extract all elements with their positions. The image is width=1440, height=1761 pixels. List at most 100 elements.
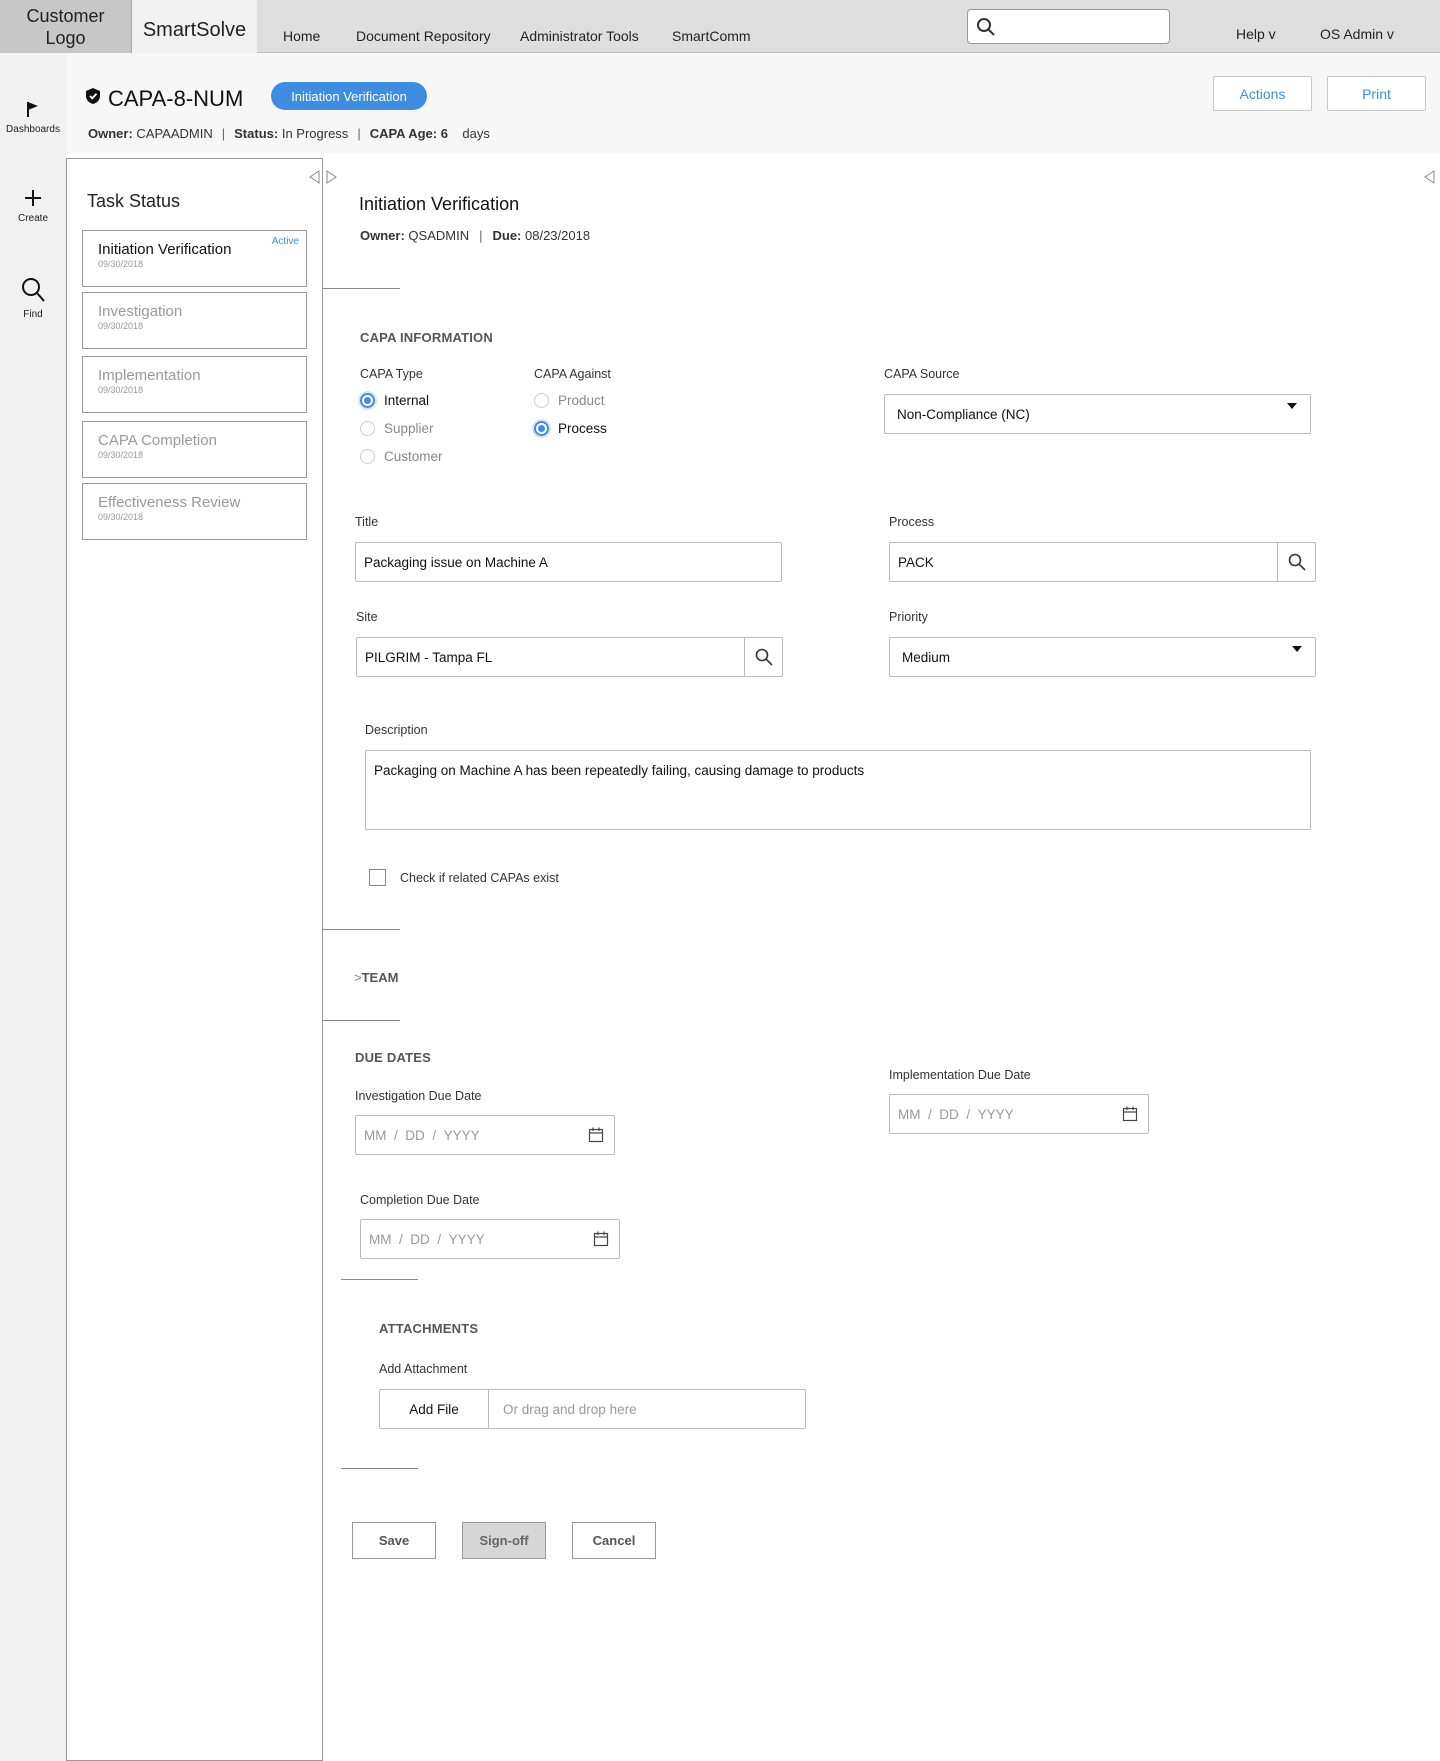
record-id: CAPA-8-NUM xyxy=(108,86,244,111)
title-input[interactable]: Packaging issue on Machine A xyxy=(355,542,782,582)
site-lookup-button[interactable] xyxy=(744,638,782,676)
age-label: CAPA Age: xyxy=(369,126,438,141)
logo-line-2: Logo xyxy=(45,27,86,48)
age-unit: days xyxy=(462,126,490,141)
help-menu[interactable]: Help v xyxy=(1236,26,1276,42)
record-meta: Owner: CAPAADMIN | Status: In Progress | CAP… xyxy=(88,126,490,141)
investigation-due-date-input[interactable]: MM / DD / YYYY xyxy=(355,1115,615,1155)
team-heading: TEAM xyxy=(361,970,399,985)
radio-circle xyxy=(360,449,375,464)
rail-find[interactable]: Find xyxy=(0,277,66,320)
capa-type-internal-radio[interactable]: Internal xyxy=(360,393,429,408)
related-capas-checkbox[interactable] xyxy=(369,869,386,886)
print-button[interactable]: Print xyxy=(1327,76,1426,111)
radio-circle xyxy=(360,421,375,436)
task-name: Implementation xyxy=(98,367,201,384)
task-name: CAPA Completion xyxy=(98,432,217,449)
capa-source-select[interactable]: Non-Compliance (NC) xyxy=(884,394,1311,434)
site-value: PILGRIM - Tampa FL xyxy=(365,649,493,665)
task-name: Initiation Verification xyxy=(98,241,232,258)
capa-type-supplier-radio[interactable]: Supplier xyxy=(360,421,434,436)
task-title: Initiation Verification xyxy=(359,194,520,214)
task-initiation-verification[interactable]: Initiation Verification 09/30/2018 Activ… xyxy=(82,230,307,287)
signoff-button[interactable]: Sign-off xyxy=(462,1522,546,1559)
chevron-down-icon xyxy=(1287,403,1297,409)
nav-document-repository[interactable]: Document Repository xyxy=(356,28,491,44)
capa-against-label: CAPA Against xyxy=(534,367,611,381)
brand-tab[interactable]: SmartSolve xyxy=(132,0,257,53)
task-effectiveness-review[interactable]: Effectiveness Review 09/30/2018 xyxy=(82,483,307,540)
panel-toggle-arrows-icon[interactable] xyxy=(309,170,339,184)
date-sep: / xyxy=(432,1127,437,1143)
rail-create[interactable]: Create xyxy=(0,189,66,224)
capa-info-heading: CAPA INFORMATION xyxy=(360,330,493,345)
date-yyyy: YYYY xyxy=(977,1106,1014,1122)
due-dates-heading: DUE DATES xyxy=(355,1050,431,1065)
customer-logo[interactable]: Customer Logo xyxy=(0,0,132,53)
implementation-due-date-input[interactable]: MM / DD / YYYY xyxy=(889,1094,1149,1134)
capa-source-label: CAPA Source xyxy=(884,367,960,381)
task-date: 09/30/2018 xyxy=(98,450,144,460)
task-capa-completion[interactable]: CAPA Completion 09/30/2018 xyxy=(82,421,307,478)
add-attachment-label: Add Attachment xyxy=(379,1362,468,1376)
title-label: Title xyxy=(355,515,379,529)
date-sep: / xyxy=(394,1127,398,1143)
right-panel-toggle-icon[interactable] xyxy=(1424,170,1436,184)
task-date: 09/30/2018 xyxy=(98,321,144,331)
section-divider xyxy=(323,1020,400,1021)
section-divider xyxy=(323,288,400,289)
age-value: 6 xyxy=(440,126,448,141)
priority-label: Priority xyxy=(889,610,928,624)
date-dd: DD xyxy=(939,1106,959,1122)
actions-button[interactable]: Actions xyxy=(1213,76,1312,111)
add-file-button[interactable]: Add File xyxy=(380,1390,489,1428)
rail-create-label: Create xyxy=(17,213,48,224)
site-lookup-input[interactable]: PILGRIM - Tampa FL xyxy=(356,637,783,677)
task-owner-value: QSADMIN xyxy=(408,228,470,243)
cancel-button[interactable]: Cancel xyxy=(572,1522,656,1559)
process-value: PACK xyxy=(898,554,934,570)
capa-type-customer-radio[interactable]: Customer xyxy=(360,449,443,464)
capa-type-label: CAPA Type xyxy=(360,367,423,381)
shield-icon xyxy=(86,88,100,104)
date-dd: DD xyxy=(405,1127,425,1143)
date-sep: / xyxy=(966,1106,971,1122)
task-due-label: Due: xyxy=(492,228,522,243)
process-lookup-input[interactable]: PACK xyxy=(889,542,1316,582)
nav-home[interactable]: Home xyxy=(283,28,320,44)
radio-label: Product xyxy=(558,393,605,408)
global-search-input[interactable] xyxy=(967,9,1170,44)
calendar-icon[interactable] xyxy=(588,1127,604,1143)
radio-label: Customer xyxy=(384,449,443,464)
description-textarea[interactable]: Packaging on Machine A has been repeated… xyxy=(365,750,1311,830)
implementation-due-label: Implementation Due Date xyxy=(889,1068,1031,1082)
completion-due-date-input[interactable]: MM / DD / YYYY xyxy=(360,1219,620,1259)
description-label: Description xyxy=(365,723,428,737)
section-divider xyxy=(341,1468,418,1469)
save-button[interactable]: Save xyxy=(352,1522,436,1559)
priority-value: Medium xyxy=(902,649,951,665)
priority-select[interactable]: Medium xyxy=(889,637,1316,677)
attachment-dropzone[interactable]: Add File Or drag and drop here xyxy=(379,1389,806,1429)
date-yyyy: YYYY xyxy=(443,1127,480,1143)
task-owner-label: Owner: xyxy=(360,228,405,243)
calendar-icon[interactable] xyxy=(1122,1106,1138,1122)
task-investigation[interactable]: Investigation 09/30/2018 xyxy=(82,292,307,349)
nav-smartcomm[interactable]: SmartComm xyxy=(672,28,751,44)
capa-against-process-radio[interactable]: Process xyxy=(534,421,607,436)
task-meta: Owner: QSADMIN | Due: 08/23/2018 xyxy=(360,228,591,243)
capa-against-product-radio[interactable]: Product xyxy=(534,393,605,408)
task-implementation[interactable]: Implementation 09/30/2018 xyxy=(82,356,307,413)
task-date: 09/30/2018 xyxy=(98,259,144,269)
section-divider xyxy=(341,1279,418,1280)
rail-dashboards[interactable]: Dashboards xyxy=(0,100,66,135)
date-sep: / xyxy=(437,1231,442,1247)
calendar-icon[interactable] xyxy=(593,1231,609,1247)
radio-label: Supplier xyxy=(384,421,434,436)
owner-value: CAPAADMIN xyxy=(136,126,213,141)
process-lookup-button[interactable] xyxy=(1277,543,1315,581)
team-section-toggle[interactable]: >TEAM xyxy=(354,970,398,985)
user-menu[interactable]: OS Admin v xyxy=(1320,26,1394,42)
search-icon xyxy=(22,278,45,302)
nav-administrator-tools[interactable]: Administrator Tools xyxy=(520,28,639,44)
